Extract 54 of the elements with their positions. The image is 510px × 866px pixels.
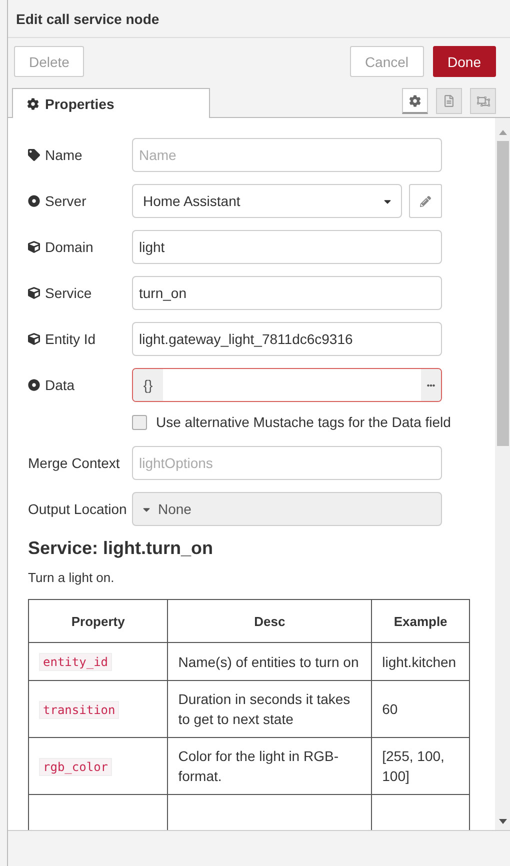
document-icon — [443, 95, 455, 107]
field-label: Data — [45, 377, 75, 393]
dialog-button[interactable]: Done — [432, 46, 496, 77]
table-cell: Color for the light in RGB-format. — [168, 738, 372, 794]
dialog-title: Edit call service node — [8, 0, 510, 38]
type-button[interactable]: {} — [133, 369, 163, 401]
field-label: Entity Id — [45, 331, 96, 347]
settings-tab[interactable] — [402, 88, 428, 114]
column-header: Desc — [168, 600, 372, 642]
field-label: Service — [45, 285, 92, 301]
field-label: Server — [45, 193, 86, 209]
checkbox-label: Use alternative Mustache tags for the Data field — [156, 414, 451, 430]
properties-tab[interactable]: Properties — [12, 88, 210, 118]
field-label: Name — [45, 147, 82, 163]
text-field[interactable]: lightOptions — [132, 446, 442, 480]
gear-icon — [409, 94, 421, 106]
document-tab[interactable] — [436, 88, 462, 114]
cube-icon — [28, 241, 40, 253]
checkbox[interactable] — [132, 414, 147, 430]
text-field[interactable]: turn_on — [132, 276, 442, 310]
pencil-icon — [420, 196, 431, 206]
data-field[interactable]: {} — [132, 368, 442, 402]
scroll-down-icon[interactable] — [498, 819, 506, 824]
text-field[interactable]: Name — [132, 138, 442, 172]
field-label: Merge Context — [28, 455, 120, 471]
table-cell: transition — [28, 680, 168, 738]
server-select[interactable]: Home Assistant — [132, 184, 402, 218]
expand-button[interactable] — [421, 369, 441, 401]
gear-icon — [27, 98, 39, 110]
scroll-up-icon[interactable] — [498, 130, 506, 135]
edit-button[interactable] — [409, 184, 442, 218]
table-cell: Name(s) of entities to turn on — [168, 642, 372, 680]
table-cell: Duration in seconds it takes to get to next state — [168, 680, 372, 738]
tag-icon — [28, 149, 40, 161]
table-cell: [255, 100, 100] — [372, 738, 470, 794]
frame-tab[interactable] — [470, 88, 496, 114]
column-header: Example — [372, 600, 470, 642]
cube-icon — [28, 287, 40, 299]
table-cell: 60 — [372, 680, 470, 738]
table-cell: rgb_color — [28, 738, 168, 794]
scroll-thumb[interactable] — [496, 141, 508, 446]
column-header: Property — [28, 600, 168, 642]
text-field[interactable]: light — [132, 230, 442, 264]
scrollbar[interactable] — [495, 118, 510, 830]
table-cell: entity_id — [28, 642, 168, 680]
table-cell: light.kitchen — [372, 642, 470, 680]
service-description: Turn a light on. — [28, 570, 116, 585]
field-label: Output Location — [28, 501, 127, 517]
text-field[interactable]: light.gateway_light_7811dc6c9316 — [132, 322, 442, 356]
frame-icon — [476, 94, 490, 108]
cube-icon — [28, 333, 40, 345]
field-label: Domain — [45, 239, 94, 255]
service-heading: Service: light.turn_on — [28, 538, 214, 559]
output-location-dropdown[interactable]: None — [132, 492, 442, 526]
